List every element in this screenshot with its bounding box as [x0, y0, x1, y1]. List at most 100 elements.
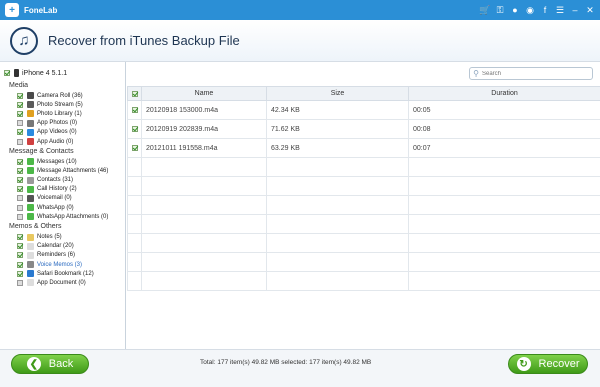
sidebar-item-checkbox[interactable]	[17, 167, 23, 174]
file-duration-cell: 00:05	[408, 100, 600, 120]
sidebar-item-label: Message Attachments (46)	[37, 167, 109, 174]
sidebar-item-checkbox[interactable]	[17, 252, 23, 259]
category-icon	[27, 176, 34, 184]
title-bar: + FoneLab 🛒 ⚿ ● ◉ f ☰ – ✕	[0, 0, 600, 20]
table-row[interactable]: 20120919 202839.m4a 71.62 KB 00:08	[127, 119, 600, 139]
sidebar-item-checkbox[interactable]	[17, 195, 23, 202]
row-checkbox-cell[interactable]	[127, 138, 142, 158]
empty-table-row	[127, 252, 600, 272]
sidebar-item-checkbox[interactable]	[17, 234, 23, 241]
key-icon[interactable]: ⚿	[494, 4, 506, 16]
file-name-cell: 20120918 153000.m4a	[141, 100, 267, 120]
select-all-cell[interactable]	[127, 86, 142, 101]
search-icon: ⚲	[473, 69, 479, 78]
row-checkbox[interactable]	[131, 145, 138, 151]
sidebar-item[interactable]: WhatsApp Attachments (0)	[0, 212, 125, 221]
column-header-name[interactable]: Name	[141, 86, 267, 101]
sidebar-item[interactable]: App Videos (0)	[0, 128, 125, 137]
table-row[interactable]: 20120918 153000.m4a 42.34 KB 00:05	[127, 100, 600, 120]
recover-button[interactable]: ↻ Recover	[508, 354, 588, 374]
sidebar-item[interactable]: Reminders (6)	[0, 251, 125, 260]
sidebar-item[interactable]: Contacts (31)	[0, 176, 125, 185]
sidebar-item[interactable]: Safari Bookmark (12)	[0, 269, 125, 278]
device-label: iPhone 4 5.1.1	[22, 69, 68, 77]
empty-table-row	[127, 157, 600, 177]
category-icon	[27, 185, 34, 193]
back-button[interactable]: ❮ Back	[11, 354, 89, 374]
category-icon	[27, 270, 34, 278]
sidebar-item-label: Calendar (20)	[37, 243, 74, 250]
sidebar-item[interactable]: Voicemail (0)	[0, 194, 125, 203]
row-checkbox-cell[interactable]	[127, 119, 142, 139]
user-icon[interactable]: ●	[509, 4, 521, 16]
select-all-checkbox[interactable]	[131, 90, 138, 97]
file-duration-cell: 00:07	[408, 138, 600, 158]
sidebar-item[interactable]: Call History (2)	[0, 185, 125, 194]
sidebar-item-checkbox[interactable]	[17, 101, 23, 108]
sidebar-item[interactable]: Notes (5)	[0, 232, 125, 241]
iphone-icon	[14, 69, 19, 77]
menu-icon[interactable]: ☰	[554, 4, 566, 16]
sidebar-item-checkbox[interactable]	[17, 120, 23, 127]
itunes-music-icon: ♫	[10, 26, 38, 55]
sidebar-item-checkbox[interactable]	[17, 138, 23, 145]
column-header-size[interactable]: Size	[266, 86, 409, 101]
sidebar-item-checkbox[interactable]	[17, 110, 23, 117]
category-icon	[27, 167, 34, 175]
sidebar-item[interactable]: App Photos (0)	[0, 119, 125, 128]
empty-table-row	[127, 176, 600, 196]
sidebar-item-label: Photo Stream (5)	[37, 101, 83, 108]
sidebar-item-checkbox[interactable]	[17, 261, 23, 268]
sidebar-item[interactable]: WhatsApp (0)	[0, 203, 125, 212]
row-checkbox[interactable]	[131, 126, 138, 132]
sidebar-item-checkbox[interactable]	[17, 270, 23, 277]
category-icon	[27, 92, 34, 100]
close-icon[interactable]: ✕	[584, 4, 596, 16]
device-checkbox[interactable]	[4, 70, 10, 76]
sidebar-item[interactable]: App Audio (0)	[0, 137, 125, 146]
sidebar-item-checkbox[interactable]	[17, 186, 23, 193]
category-icon	[27, 128, 34, 136]
sidebar-item[interactable]: Photo Stream (5)	[0, 100, 125, 109]
table-body: 20120918 153000.m4a 42.34 KB 00:05 20120…	[127, 100, 600, 291]
sidebar-item-checkbox[interactable]	[17, 177, 23, 184]
table-header-row: Name Size Duration	[127, 86, 600, 101]
search-input[interactable]	[482, 70, 582, 77]
sidebar-section-title: Memos & Others	[9, 223, 62, 231]
sidebar-section-title: Message & Contacts	[9, 148, 74, 156]
file-size-cell: 63.29 KB	[266, 138, 409, 158]
file-duration-cell: 00:08	[408, 119, 600, 139]
sidebar-section-title: Media	[9, 82, 29, 89]
category-icon	[27, 204, 34, 212]
sidebar-item[interactable]: Camera Roll (36)	[0, 91, 125, 100]
sidebar-item[interactable]: Message Attachments (46)	[0, 166, 125, 175]
row-checkbox-cell[interactable]	[127, 100, 142, 120]
sidebar-item-checkbox[interactable]	[17, 243, 23, 250]
category-sidebar: iPhone 4 5.1.1 Media Camera Roll (36) Phot…	[0, 62, 126, 349]
facebook-icon[interactable]: f	[539, 4, 551, 16]
sidebar-item-checkbox[interactable]	[17, 129, 23, 136]
sidebar-item[interactable]: Photo Library (1)	[0, 109, 125, 118]
sidebar-item[interactable]: App Document (0)	[0, 278, 125, 287]
sidebar-item[interactable]: Calendar (20)	[0, 242, 125, 251]
sidebar-item-checkbox[interactable]	[17, 279, 23, 286]
sidebar-item-checkbox[interactable]	[17, 213, 23, 220]
page-header: ♫ Recover from iTunes Backup File	[0, 20, 600, 62]
sidebar-item-checkbox[interactable]	[17, 158, 23, 165]
chat-icon[interactable]: ◉	[524, 4, 536, 16]
sidebar-item-label: Call History (2)	[37, 186, 77, 193]
sidebar-item-checkbox[interactable]	[17, 204, 23, 211]
column-header-duration[interactable]: Duration	[408, 86, 600, 101]
cart-icon[interactable]: 🛒	[479, 4, 491, 16]
table-row[interactable]: 20121011 191558.m4a 63.29 KB 00:07	[127, 138, 600, 158]
sidebar-item[interactable]: Voice Memos (3)	[0, 260, 125, 269]
sidebar-item[interactable]: Messages (10)	[0, 157, 125, 166]
empty-table-row	[127, 271, 600, 291]
minimize-icon[interactable]: –	[569, 4, 581, 16]
search-box[interactable]: ⚲	[469, 67, 593, 80]
sidebar-item-label: WhatsApp (0)	[37, 204, 74, 211]
row-checkbox[interactable]	[131, 107, 138, 113]
sidebar-item-checkbox[interactable]	[17, 92, 23, 99]
device-row[interactable]: iPhone 4 5.1.1	[0, 66, 125, 80]
sidebar-item-label: Contacts (31)	[37, 177, 74, 184]
